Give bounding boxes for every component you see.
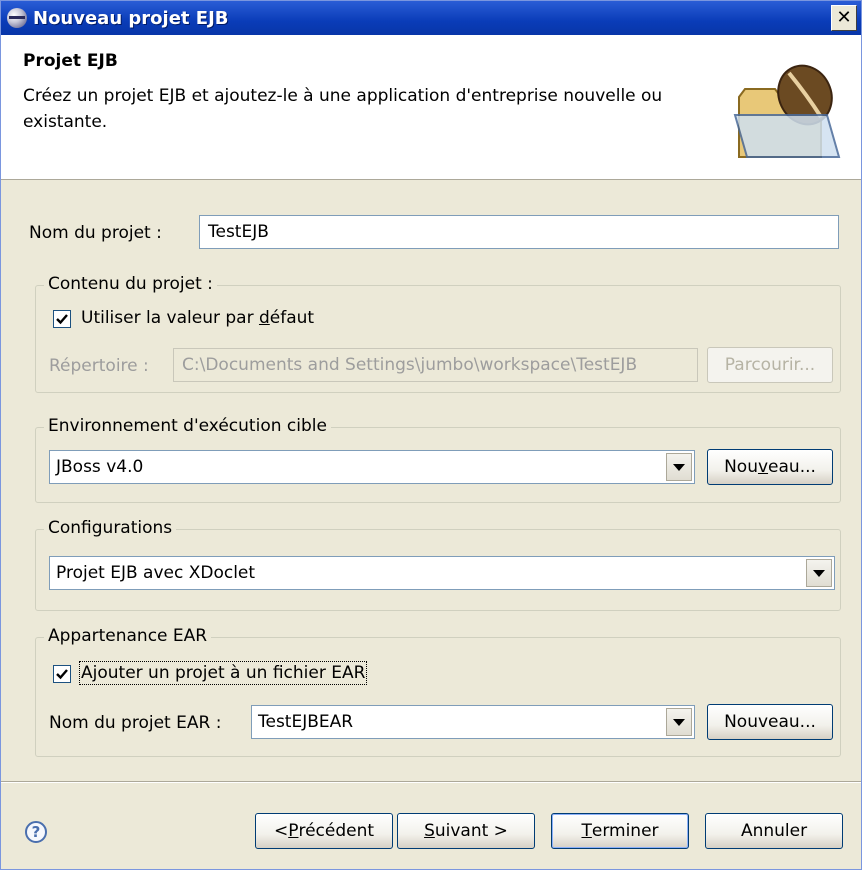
cancel-button[interactable]: Annuler — [705, 813, 843, 849]
footer-separator — [1, 781, 861, 783]
configuration-select[interactable]: Projet EJB avec XDoclet — [49, 556, 835, 590]
ear-project-name-label: Nom du projet EAR : — [49, 713, 222, 733]
configuration-value: Projet EJB avec XDoclet — [56, 563, 256, 583]
help-icon[interactable]: ? — [25, 821, 47, 843]
page-description: Créez un projet EJB et ajoutez-le à une … — [23, 86, 663, 132]
ear-project-value: TestEJBEAR — [258, 712, 354, 732]
add-to-ear-checkbox[interactable] — [53, 665, 71, 683]
add-to-ear-label[interactable]: Ajouter un projet à un fichier EAR — [78, 661, 368, 685]
eclipse-icon — [7, 8, 27, 28]
use-default-label[interactable]: Utiliser la valeur par défaut — [81, 308, 314, 328]
back-button[interactable]: < Précédent — [255, 813, 393, 849]
project-contents-title: Contenu du projet : — [44, 274, 217, 294]
page-title: Projet EJB — [23, 51, 118, 71]
chevron-down-icon[interactable] — [806, 559, 832, 587]
checkmark-icon — [56, 669, 68, 680]
project-name-input[interactable]: TestEJB — [199, 215, 839, 249]
title-bar[interactable]: Nouveau projet EJB ✕ — [1, 1, 861, 35]
wizard-header: Projet EJB Créez un projet EJB et ajoute… — [1, 35, 861, 180]
directory-input[interactable]: C:\Documents and Settings\jumbo\workspac… — [173, 348, 698, 382]
chevron-down-icon[interactable] — [666, 708, 692, 736]
chevron-down-icon[interactable] — [666, 453, 692, 481]
ear-project-select[interactable]: TestEJBEAR — [251, 705, 695, 739]
ear-membership-title: Appartenance EAR — [44, 626, 212, 646]
directory-label: Répertoire : — [49, 356, 149, 376]
new-ejb-project-dialog: Nouveau projet EJB ✕ Projet EJB Créez un… — [0, 0, 862, 870]
target-runtime-title: Environnement d'exécution cible — [44, 416, 331, 436]
next-button[interactable]: Suivant > — [397, 813, 535, 849]
browse-button[interactable]: Parcourir... — [707, 347, 833, 383]
use-default-checkbox[interactable] — [53, 310, 71, 328]
finish-button[interactable]: Terminer — [551, 813, 689, 849]
folder-with-bean-icon — [733, 64, 841, 158]
checkmark-icon — [56, 314, 68, 325]
close-button[interactable]: ✕ — [831, 5, 857, 31]
new-ear-button[interactable]: Nouveau... — [707, 704, 833, 740]
target-runtime-value: JBoss v4.0 — [56, 457, 144, 477]
new-runtime-button[interactable]: Nou v eau... — [707, 449, 833, 485]
target-runtime-select[interactable]: JBoss v4.0 — [49, 450, 695, 484]
project-name-label: Nom du projet : — [29, 223, 162, 243]
configurations-title: Configurations — [44, 518, 177, 538]
window-title: Nouveau projet EJB — [33, 7, 229, 29]
